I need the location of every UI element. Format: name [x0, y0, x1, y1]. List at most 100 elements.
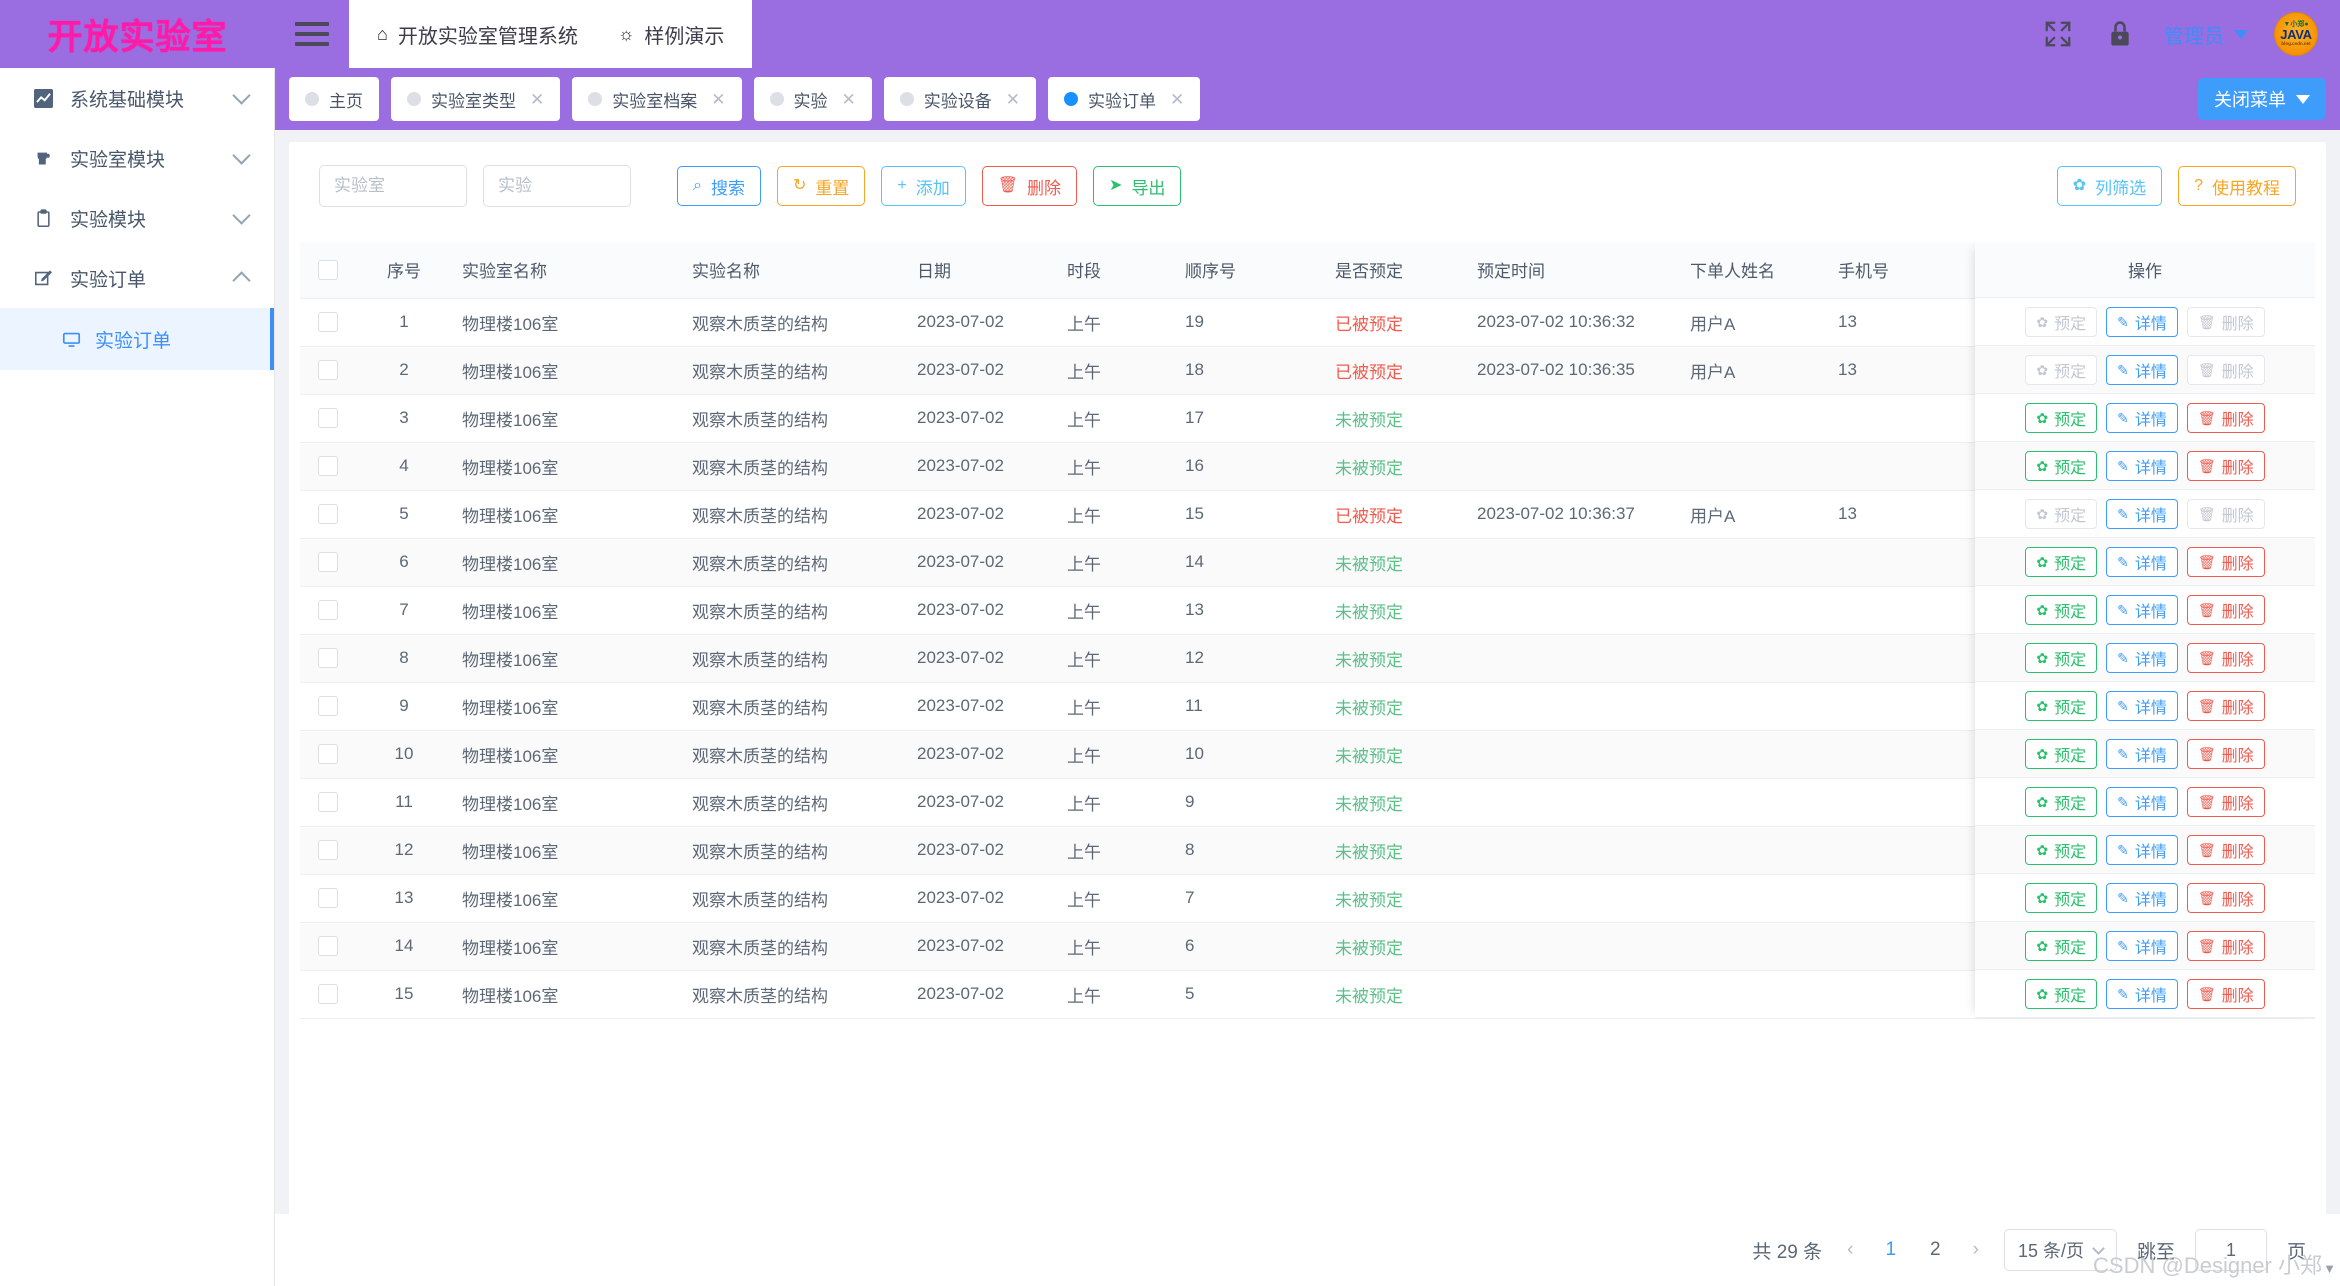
cell-booking-state: 未被预定	[1317, 778, 1459, 827]
row-checkbox[interactable]	[318, 744, 338, 765]
book-button[interactable]: ✿ 预定	[2025, 738, 2098, 769]
row-checkbox[interactable]	[318, 648, 338, 669]
tab-close-icon[interactable]: ✕	[842, 91, 856, 108]
row-delete-button[interactable]: 🗑 删除	[2186, 882, 2265, 913]
table-scroll-area[interactable]: 序号 实验室名称 实验名称 日期 时段 顺序号 是否预定 预定时间 下单人姓名 …	[300, 242, 2315, 1276]
detail-button[interactable]: ✎ 详情	[2106, 642, 2178, 673]
row-delete-button[interactable]: 🗑 删除	[2186, 642, 2265, 673]
sidebar-item-lab-order[interactable]: 实验订单	[0, 308, 274, 370]
sidebar-item-system[interactable]: 系统基础模块	[0, 68, 274, 128]
tutorial-button[interactable]: ? 使用教程	[2178, 166, 2296, 206]
row-delete-button[interactable]: 🗑 删除	[2186, 450, 2265, 481]
page-number-1[interactable]: 1	[1878, 1239, 1903, 1261]
detail-button[interactable]: ✎ 详情	[2106, 594, 2178, 625]
topnav-item-system[interactable]: ⌂ 开放实验室管理系统	[377, 20, 578, 49]
detail-button[interactable]: ✎ 详情	[2106, 882, 2178, 913]
scroll-down-arrow[interactable]: ▼	[2323, 1261, 2336, 1276]
sidebar-item-lab[interactable]: 实验室模块	[0, 128, 274, 188]
reset-button[interactable]: ↻ 重置	[776, 166, 866, 206]
row-checkbox[interactable]	[318, 456, 338, 477]
row-checkbox[interactable]	[318, 504, 338, 525]
tab-item[interactable]: 实验设备 ✕	[883, 77, 1036, 121]
column-filter-button[interactable]: ✿ 列筛选	[2056, 166, 2163, 206]
topnav-item-demo[interactable]: ☼ 样例演示	[618, 20, 725, 49]
row-delete-button[interactable]: 🗑 删除	[2186, 786, 2265, 817]
detail-button[interactable]: ✎ 详情	[2106, 402, 2178, 433]
detail-button[interactable]: ✎ 详情	[2106, 498, 2178, 529]
detail-button[interactable]: ✎ 详情	[2106, 978, 2178, 1009]
tab-item[interactable]: 实验订单 ✕	[1048, 77, 1201, 121]
row-delete-button[interactable]: 🗑 删除	[2186, 738, 2265, 769]
row-checkbox[interactable]	[318, 312, 338, 333]
book-button[interactable]: ✿ 预定	[2025, 930, 2098, 961]
row-checkbox[interactable]	[318, 360, 338, 381]
book-button[interactable]: ✿ 预定	[2025, 690, 2098, 721]
tab-close-icon[interactable]: ✕	[711, 91, 725, 108]
export-button[interactable]: ➤ 导出	[1093, 166, 1182, 206]
book-button[interactable]: ✿ 预定	[2025, 642, 2098, 673]
book-button[interactable]: ✿ 预定	[2025, 450, 2098, 481]
detail-button[interactable]: ✎ 详情	[2106, 930, 2178, 961]
trash-icon: 🗑	[2197, 553, 2216, 570]
add-button[interactable]: + 添加	[881, 166, 966, 206]
avatar[interactable]: ▼小郑● JAVA blog.csdn.net	[2274, 12, 2318, 56]
page-number-2[interactable]: 2	[1923, 1239, 1948, 1261]
book-button[interactable]: ✿ 预定	[2025, 834, 2098, 865]
tab-item[interactable]: 主页	[289, 77, 379, 121]
row-checkbox[interactable]	[318, 600, 338, 621]
row-delete-button[interactable]: 🗑 删除	[2186, 546, 2265, 577]
tab-item[interactable]: 实验 ✕	[753, 77, 872, 121]
detail-button[interactable]: ✎ 详情	[2106, 834, 2178, 865]
search-button[interactable]: ⌕ 搜索	[677, 166, 761, 206]
detail-button[interactable]: ✎ 详情	[2106, 354, 2178, 385]
tab-item[interactable]: 实验室类型 ✕	[391, 77, 561, 121]
select-all-checkbox[interactable]	[318, 260, 338, 280]
row-checkbox[interactable]	[318, 408, 338, 429]
tab-close-icon[interactable]: ✕	[1170, 91, 1184, 108]
lock-icon[interactable]	[2102, 16, 2138, 52]
detail-button[interactable]: ✎ 详情	[2106, 786, 2178, 817]
row-checkbox[interactable]	[318, 840, 338, 861]
user-menu[interactable]: 管理员	[2164, 20, 2248, 49]
sidebar-item-experiment[interactable]: 实验模块	[0, 188, 274, 248]
detail-button[interactable]: ✎ 详情	[2106, 306, 2178, 337]
row-delete-button[interactable]: 🗑 删除	[2186, 402, 2265, 433]
delete-button[interactable]: 🗑 删除	[981, 166, 1078, 206]
lab-search-input[interactable]	[319, 165, 467, 207]
detail-button[interactable]: ✎ 详情	[2106, 738, 2178, 769]
close-menu-button[interactable]: 关闭菜单	[2198, 78, 2326, 120]
pagination: 共 29 条 ‹ 1 2 › 15 条/页 跳至 页 ▼	[275, 1214, 2340, 1286]
book-button[interactable]: ✿ 预定	[2025, 786, 2098, 817]
book-button[interactable]: ✿ 预定	[2025, 546, 2098, 577]
jump-page-input[interactable]	[2194, 1229, 2267, 1271]
tab-close-icon[interactable]: ✕	[530, 91, 544, 108]
tab-item[interactable]: 实验室档案 ✕	[572, 77, 742, 121]
row-checkbox[interactable]	[318, 936, 338, 957]
detail-button[interactable]: ✎ 详情	[2106, 690, 2178, 721]
prev-page-button[interactable]: ‹	[1842, 1239, 1858, 1261]
row-delete-button[interactable]: 🗑 删除	[2186, 834, 2265, 865]
row-delete-button[interactable]: 🗑 删除	[2186, 930, 2265, 961]
row-delete-button[interactable]: 🗑 删除	[2186, 690, 2265, 721]
sidebar-item-order[interactable]: 实验订单	[0, 248, 274, 308]
edit-icon: ✎	[2117, 313, 2129, 330]
row-checkbox[interactable]	[318, 696, 338, 717]
page-size-select[interactable]: 15 条/页	[2003, 1229, 2117, 1271]
row-checkbox[interactable]	[318, 984, 338, 1005]
hamburger-icon[interactable]	[275, 0, 349, 68]
experiment-search-input[interactable]	[483, 165, 631, 207]
next-page-button[interactable]: ›	[1968, 1239, 1984, 1261]
book-button[interactable]: ✿ 预定	[2025, 882, 2098, 913]
book-button[interactable]: ✿ 预定	[2025, 402, 2098, 433]
row-checkbox[interactable]	[318, 792, 338, 813]
row-delete-button[interactable]: 🗑 删除	[2186, 594, 2265, 625]
row-delete-button[interactable]: 🗑 删除	[2186, 978, 2265, 1009]
fullscreen-icon[interactable]	[2040, 16, 2076, 52]
detail-button[interactable]: ✎ 详情	[2106, 546, 2178, 577]
row-checkbox[interactable]	[318, 552, 338, 573]
detail-button[interactable]: ✎ 详情	[2106, 450, 2178, 481]
book-button[interactable]: ✿ 预定	[2025, 594, 2098, 625]
tab-close-icon[interactable]: ✕	[1006, 91, 1020, 108]
book-button[interactable]: ✿ 预定	[2025, 978, 2098, 1009]
row-checkbox[interactable]	[318, 888, 338, 909]
